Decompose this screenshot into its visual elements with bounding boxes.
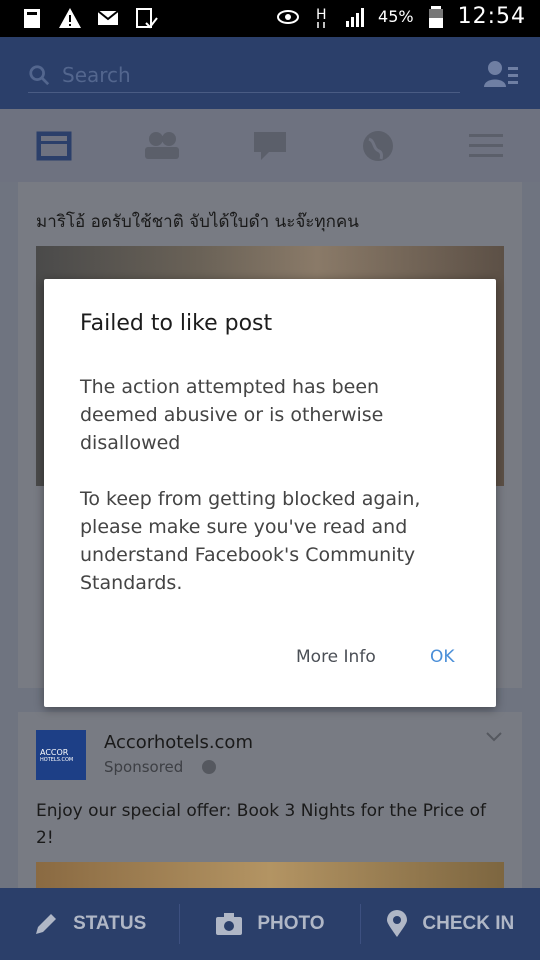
svg-text:H: H [316, 7, 327, 23]
dialog-title: Failed to like post [80, 311, 273, 336]
clipboard-check-icon [136, 8, 158, 29]
network-h-icon: H [316, 7, 327, 28]
search-bar[interactable]: Search [28, 57, 460, 93]
pencil-icon [36, 914, 57, 934]
search-input[interactable]: Search [62, 63, 131, 87]
page-name[interactable]: Accorhotels.com [104, 732, 253, 753]
status-label: STATUS [73, 913, 147, 934]
notifications-globe-icon [363, 130, 393, 161]
ad-text: Enjoy our special offer: Book 3 Nights f… [36, 801, 486, 848]
friends-icon [145, 131, 179, 159]
logo-subtext: HOTELS.COM [40, 756, 74, 763]
search-icon [29, 64, 50, 85]
status-bar: H 45% 12:54 [0, 0, 540, 37]
sponsored-post: ACCOR HOTELS.COM Accorhotels.com Sponsor… [18, 712, 522, 888]
warning-icon [59, 8, 81, 28]
more-info-button[interactable]: More Info [296, 647, 376, 667]
advertiser-logo[interactable]: ACCOR HOTELS.COM [36, 730, 86, 780]
notification-icon [24, 9, 40, 28]
top-header: Search [0, 37, 540, 109]
tab-news-feed[interactable] [24, 121, 84, 171]
tab-messages[interactable] [240, 121, 300, 171]
camera-icon [216, 913, 243, 935]
tab-friends[interactable] [132, 121, 192, 171]
ok-button[interactable]: OK [430, 647, 455, 667]
status-button[interactable]: STATUS [0, 888, 179, 960]
mail-icon [97, 10, 119, 25]
signal-icon [346, 7, 365, 27]
tab-notifications[interactable] [348, 121, 408, 171]
news-feed-icon [36, 131, 72, 160]
error-dialog: Failed to like post The action attempted… [44, 279, 496, 707]
check-in-button[interactable]: CHECK IN [361, 888, 540, 960]
battery-icon [428, 5, 443, 28]
menu-icon [469, 133, 503, 157]
photo-button[interactable]: PHOTO [180, 888, 359, 960]
logo-text: ACCOR [40, 747, 69, 757]
chevron-down-icon[interactable] [486, 732, 502, 742]
friend-requests-icon[interactable] [484, 59, 518, 89]
sponsored-label: Sponsored [104, 758, 184, 776]
bottom-action-bar: STATUS PHOTO CHECK IN [0, 888, 540, 960]
clock: 12:54 [457, 4, 526, 29]
globe-icon [202, 760, 216, 774]
messages-icon [254, 131, 286, 160]
location-pin-icon [387, 910, 408, 937]
photo-label: PHOTO [257, 913, 325, 934]
dialog-message: The action attempted has been deemed abu… [80, 376, 421, 594]
ad-image[interactable] [36, 862, 504, 888]
tab-menu[interactable] [456, 121, 516, 171]
check-in-label: CHECK IN [422, 913, 515, 934]
eye-icon [277, 9, 300, 24]
main-tab-bar [0, 109, 540, 182]
battery-percent: 45% [378, 7, 414, 26]
post-text: มาริโอ้ อดรับใช้ชาติ จับได้ใบดำ นะจ๊ะทุก… [36, 212, 359, 232]
